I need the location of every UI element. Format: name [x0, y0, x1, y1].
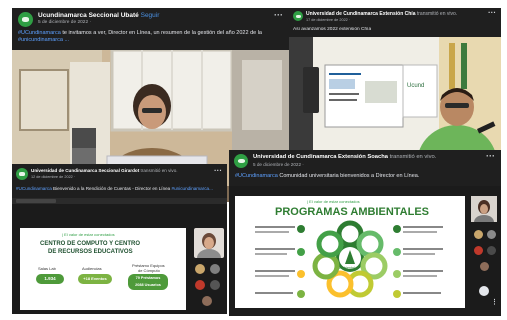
more-options-icon[interactable]: ··· [488, 8, 496, 17]
post-header: Universidad de Cundinamarca Seccional Gi… [12, 164, 227, 198]
more-options-icon[interactable]: ··· [214, 166, 222, 175]
more-icon[interactable]: ⋮ [491, 298, 498, 306]
user-avatar[interactable] [487, 230, 496, 239]
more-options-icon[interactable]: ··· [274, 10, 283, 20]
page-name-text[interactable]: Universidad de Cundinamarca Extensión Ch… [306, 11, 415, 17]
stat-value: 1.934 [44, 276, 56, 281]
hashtag-link[interactable]: #UCundinamarca [18, 30, 61, 36]
slide-title-line2: DE RECURSOS EDUCATIVOS [48, 249, 133, 255]
post-caption: #UCundinamarca Bienvenido a la Rendición… [16, 186, 223, 191]
post-caption: Así avanzamos 2022 extensión Chía [293, 27, 372, 32]
user-avatar[interactable] [202, 296, 212, 306]
user-avatar [474, 200, 494, 222]
svg-text:Ucund: Ucund [407, 83, 424, 89]
follow-link[interactable]: Seguir [141, 12, 160, 19]
caption-text: Comunidad universitaria bienvenidos a Di… [277, 173, 420, 179]
user-avatar[interactable] [195, 280, 205, 290]
presentation-slide: | El valor de estar conectados PROGRAMAS… [235, 196, 465, 308]
page-name-text[interactable]: Universidad de Cundinamarca Extensión So… [253, 154, 388, 160]
post-header: Universidad de Cundinamarca Extensión Ch… [289, 8, 501, 37]
user-avatar [197, 233, 221, 258]
presentation-slide: | El valor de estar conectados CENTRO DE… [20, 228, 186, 310]
caption-text: Bienvenido a la Rendición de Cuentas - D… [51, 186, 171, 191]
caption-text: te invitamos a ver, Director en Línea, u… [60, 30, 262, 36]
diagram-center-label: Ambiental [339, 266, 355, 270]
post-header: Ucundinamarca Seccional Ubaté Seguir 5 d… [12, 8, 291, 50]
ambiental-flower-diagram [255, 220, 443, 298]
stat-value: 79 Préstamos [135, 276, 161, 280]
stat-value-pill: +18 Eventos [78, 274, 112, 284]
hashtag-link[interactable]: #unicundinamarca... [170, 186, 213, 191]
stat-value: 2088 Usuarios [135, 283, 161, 287]
post-middle-left: Universidad de Cundinamarca Seccional Gi… [12, 164, 227, 314]
meeting-tab[interactable] [16, 199, 56, 203]
facebook-page-logo[interactable] [234, 154, 248, 168]
video-player[interactable]: Ucund [289, 37, 501, 157]
post-caption: #UCundinamarca te invitamos a ver, Direc… [18, 30, 285, 46]
stat-label: Salas Lab [38, 266, 56, 271]
facebook-page-logo[interactable] [293, 11, 303, 21]
post-caption: #UCundinamarca Comunidad universitaria b… [235, 173, 419, 179]
page-name[interactable]: Universidad de Cundinamarca Extensión Ch… [306, 11, 457, 17]
stat-value: +18 Eventos [83, 276, 107, 281]
live-status: transmitió en vivo. [139, 168, 178, 173]
post-top-right: Universidad de Cundinamarca Extensión Ch… [289, 8, 501, 157]
live-status: transmitió en vivo. [387, 154, 437, 160]
page-name[interactable]: Universidad de Cundinamarca Seccional Gi… [31, 168, 178, 173]
slide-header: | El valor de estar conectados [62, 232, 115, 237]
page-name-text[interactable]: Universidad de Cundinamarca Seccional Gi… [31, 168, 139, 173]
user-avatar[interactable] [210, 264, 220, 274]
facebook-page-logo[interactable] [18, 12, 33, 27]
user-avatar[interactable] [195, 264, 205, 274]
user-avatar[interactable] [480, 262, 489, 271]
facebook-page-logo[interactable] [16, 168, 28, 180]
hashtag-link[interactable]: #UCundinamarca [16, 186, 52, 191]
meeting-screen[interactable]: | El valor de estar conectados PROGRAMAS… [229, 186, 501, 316]
post-date[interactable]: 5 de diciembre de 2022 · [38, 20, 91, 25]
user-avatar[interactable] [474, 230, 483, 239]
mic-icon[interactable] [479, 286, 489, 296]
user-avatar[interactable] [474, 246, 483, 255]
stat-label: de Cómputo [138, 268, 160, 273]
participant-tile[interactable] [194, 228, 224, 258]
stat-value-pill: 1.934 [36, 274, 64, 284]
stat-label: Audiencias [82, 266, 102, 271]
meeting-screen[interactable]: | El valor de estar conectados CENTRO DE… [12, 198, 227, 314]
post-bottom-right: Universidad de Cundinamarca Extensión So… [229, 150, 501, 316]
post-date[interactable]: 5 de diciembre de 2022 · [253, 162, 304, 167]
slide-title-line1: CENTRO DE COMPUTO Y CENTRO [40, 241, 141, 247]
page-name-text[interactable]: Ucundinamarca Seccional Ubaté [38, 12, 139, 19]
more-options-icon[interactable]: ··· [486, 151, 495, 161]
hashtag-link[interactable]: #unicundinamarca ... [18, 37, 69, 43]
participant-tile[interactable] [471, 196, 497, 222]
post-header: Universidad de Cundinamarca Extensión So… [229, 150, 501, 186]
video-frame-speaker: Ucund [289, 37, 501, 157]
page-name[interactable]: Universidad de Cundinamarca Extensión So… [253, 154, 436, 160]
user-avatar[interactable] [210, 280, 220, 290]
stat-value-pill: 79 Préstamos 2088 Usuarios [128, 274, 168, 290]
post-date[interactable]: 12 de diciembre de 2022 · [31, 175, 75, 179]
live-status: transmitió en vivo. [415, 11, 458, 17]
post-date[interactable]: 17 de diciembre de 2022 · [306, 18, 350, 22]
hashtag-link[interactable]: #UCundinamarca [235, 173, 278, 179]
page-name[interactable]: Ucundinamarca Seccional Ubaté Seguir [38, 12, 159, 19]
user-avatar[interactable] [487, 246, 496, 255]
